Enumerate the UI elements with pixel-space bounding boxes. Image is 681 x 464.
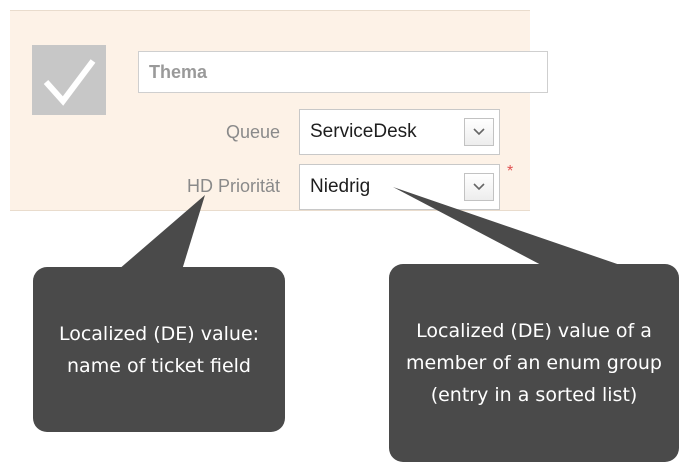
callout-field-name: Localized (DE) value: name of ticket fie… [33, 267, 285, 432]
right-callout-pointer [393, 187, 626, 267]
callout-enum-value: Localized (DE) value of a member of an e… [389, 264, 679, 462]
callout-field-name-text: Localized (DE) value: name of ticket fie… [58, 322, 260, 377]
left-callout-pointer [118, 195, 205, 270]
annotated-screenshot: Thema Queue ServiceDesk HD Priorität Nie… [0, 0, 681, 464]
callout-enum-value-text: Localized (DE) value of a member of an e… [406, 320, 662, 406]
